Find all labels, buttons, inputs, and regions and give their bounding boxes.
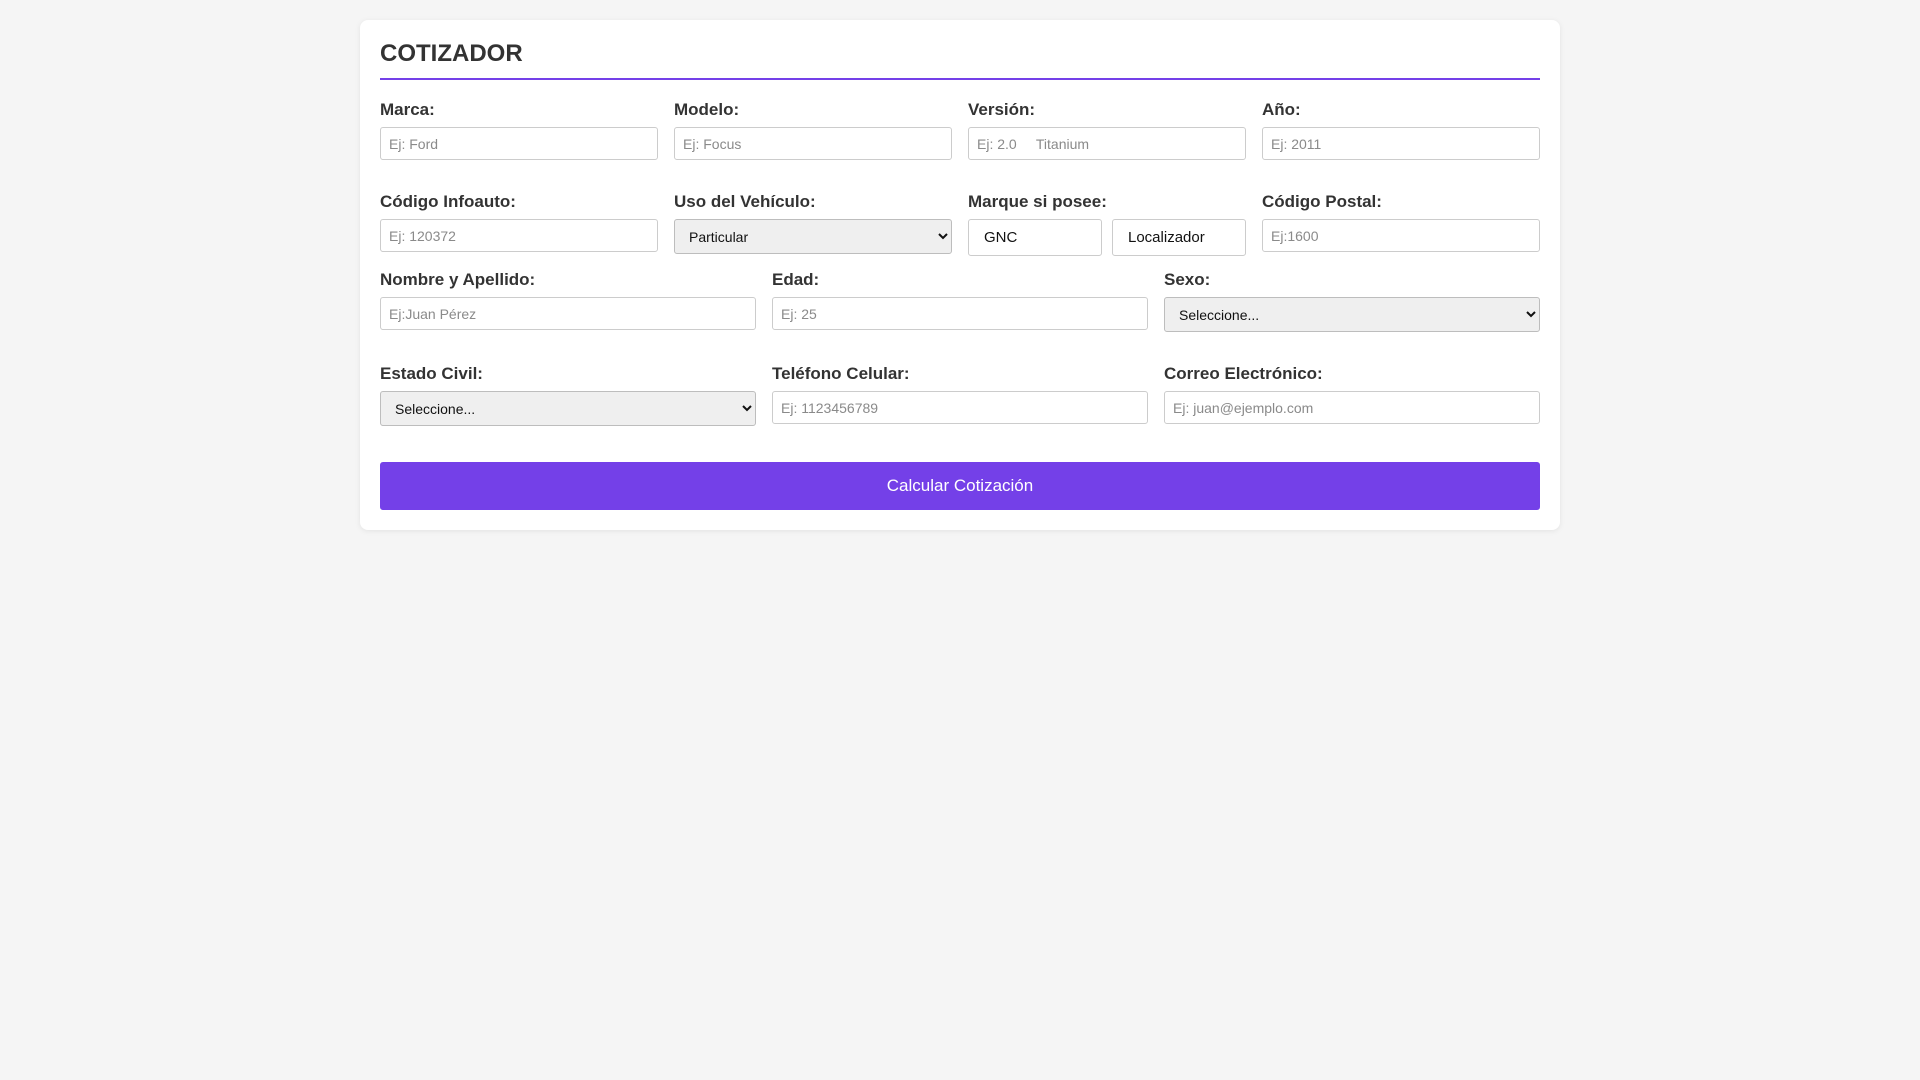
uso-vehiculo-label: Uso del Vehículo: [674,192,816,211]
uso-vehiculo-field: Uso del Vehículo: Particular [674,192,952,254]
marca-input[interactable] [380,127,658,160]
marca-label: Marca: [380,100,435,119]
edad-label: Edad: [772,270,820,289]
version-label: Versión: [968,100,1036,119]
telefono-input[interactable] [772,391,1148,424]
codigo-infoauto-field: Código Infoauto: [380,192,658,252]
sexo-label: Sexo: [1164,270,1211,289]
localizador-option[interactable]: Localizador [1112,219,1246,256]
quote-form-card: COTIZADOR Marca: Modelo: Versión: Año: C… [360,20,1560,530]
estado-civil-select[interactable]: Seleccione... [380,391,756,426]
marque-si-posee-label: Marque si posee: [968,192,1107,211]
calcular-cotizacion-button[interactable]: Calcular Cotización [380,462,1540,510]
anio-input[interactable] [1262,127,1540,160]
codigo-postal-field: Código Postal: [1262,192,1540,252]
marca-field: Marca: [380,100,658,160]
anio-field: Año: [1262,100,1540,160]
anio-label: Año: [1262,100,1301,119]
nombre-apellido-label: Nombre y Apellido: [380,270,536,289]
telefono-field: Teléfono Celular: [772,364,1148,424]
nombre-apellido-field: Nombre y Apellido: [380,270,756,330]
marque-si-posee-field: Marque si posee: GNC Localizador [968,192,1246,256]
edad-input[interactable] [772,297,1148,330]
modelo-input[interactable] [674,127,952,160]
title-divider [380,78,1540,80]
estado-civil-label: Estado Civil: [380,364,483,383]
sexo-field: Sexo: Seleccione... [1164,270,1540,332]
edad-field: Edad: [772,270,1148,330]
telefono-label: Teléfono Celular: [772,364,910,383]
nombre-apellido-input[interactable] [380,297,756,330]
codigo-infoauto-label: Código Infoauto: [380,192,516,211]
modelo-label: Modelo: [674,100,740,119]
page-title: COTIZADOR [380,40,523,67]
equipment-options: GNC Localizador [968,219,1246,256]
codigo-postal-label: Código Postal: [1262,192,1382,211]
estado-civil-field: Estado Civil: Seleccione... [380,364,756,426]
codigo-infoauto-input[interactable] [380,219,658,252]
correo-input[interactable] [1164,391,1540,424]
version-field: Versión: [968,100,1246,160]
sexo-select[interactable]: Seleccione... [1164,297,1540,332]
correo-label: Correo Electrónico: [1164,364,1323,383]
correo-field: Correo Electrónico: [1164,364,1540,424]
modelo-field: Modelo: [674,100,952,160]
gnc-option[interactable]: GNC [968,219,1102,256]
codigo-postal-input[interactable] [1262,219,1540,252]
uso-vehiculo-select[interactable]: Particular [674,219,952,254]
version-input[interactable] [968,127,1246,160]
